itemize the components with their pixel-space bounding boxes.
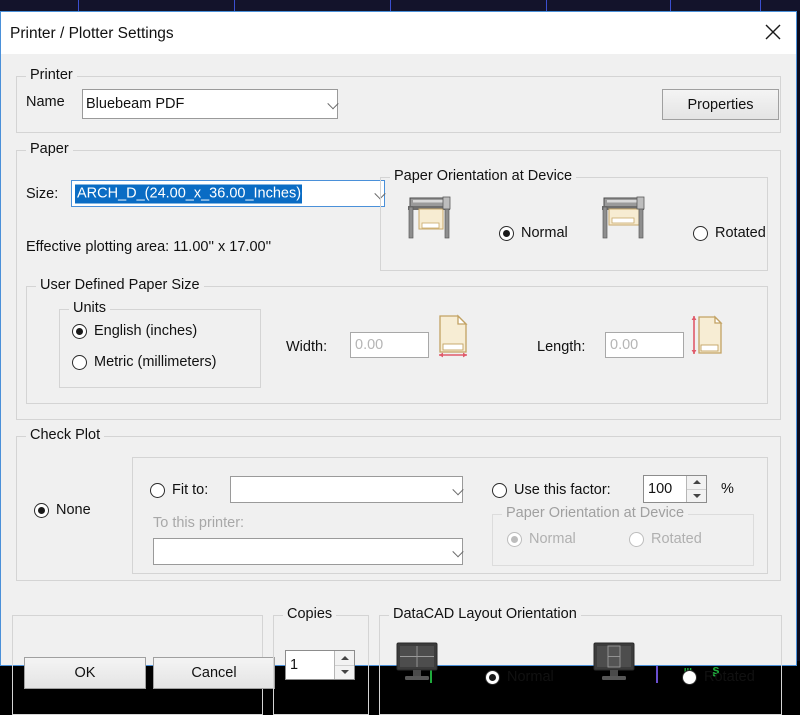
properties-button[interactable]: Properties — [662, 89, 779, 120]
check-plot-orientation-rotated-label: Rotated — [651, 531, 702, 547]
title-bar: Printer / Plotter Settings — [1, 12, 796, 54]
radio-dot-icon — [72, 323, 87, 339]
printer-name-label: Name — [26, 94, 65, 110]
radio-dot-icon — [693, 225, 708, 241]
radio-dot-icon — [150, 482, 165, 498]
printer-name-value: Bluebeam PDF — [86, 96, 185, 112]
page-title: Printer / Plotter Settings — [10, 25, 174, 42]
close-icon[interactable] — [750, 12, 796, 52]
page-length-icon — [689, 313, 723, 364]
printer-group-label: Printer — [26, 67, 77, 83]
radio-dot-icon — [72, 354, 87, 370]
printer-group: Printer Name Bluebeam PDF Properties — [16, 67, 781, 133]
printer-name-combobox[interactable]: Bluebeam PDF — [82, 89, 338, 119]
width-input[interactable]: 0.00 — [350, 332, 429, 358]
units-group: Units English (inches) Metric (millimete… — [59, 300, 261, 388]
check-plot-orientation-group-label: Paper Orientation at Device — [502, 505, 689, 521]
monitor-normal-icon — [394, 639, 440, 690]
check-plot-orientation-normal-label: Normal — [529, 531, 576, 547]
radio-dot-icon — [507, 531, 522, 547]
plotter-normal-icon — [403, 194, 455, 247]
cancel-button[interactable]: Cancel — [153, 657, 275, 689]
radio-dot-icon — [629, 531, 644, 547]
units-metric-label: Metric (millimeters) — [94, 354, 217, 370]
check-plot-fit-to-combobox[interactable] — [230, 476, 463, 503]
paper-orientation-normal-radio[interactable]: Normal — [499, 225, 568, 241]
length-input[interactable]: 0.00 — [605, 332, 684, 358]
printer-plotter-settings-dialog: Printer / Plotter Settings Printer Name … — [0, 11, 797, 715]
paper-orientation-rotated-label: Rotated — [715, 225, 766, 241]
check-plot-to-this-printer-combobox[interactable] — [153, 538, 463, 565]
check-plot-factor-value: 100 — [648, 481, 673, 497]
layout-orientation-group-label: DataCAD Layout Orientation — [389, 606, 581, 622]
backdrop-top-strip — [0, 0, 800, 11]
units-metric-radio[interactable]: Metric (millimeters) — [72, 354, 216, 370]
units-group-label: Units — [69, 300, 111, 316]
length-label: Length: — [537, 339, 586, 355]
radio-dot-icon — [492, 482, 507, 498]
monitor-rotated-icon — [591, 639, 637, 690]
check-plot-to-this-printer-label: To this printer: — [153, 515, 245, 531]
radio-dot-icon — [682, 669, 697, 685]
paper-orientation-group: Paper Orientation at Device Normal Rotat… — [380, 168, 768, 271]
paper-group-label: Paper — [26, 141, 73, 157]
radio-dot-icon — [499, 225, 514, 241]
check-plot-none-radio[interactable]: None — [34, 502, 91, 518]
check-plot-options-panel: Fit to: To this printer: Use this factor… — [132, 457, 768, 574]
paper-orientation-normal-label: Normal — [521, 225, 568, 241]
check-plot-none-label: None — [56, 502, 91, 518]
radio-dot-icon — [485, 669, 500, 685]
user-defined-group-label: User Defined Paper Size — [36, 277, 204, 293]
spinner-down-icon[interactable] — [335, 666, 354, 680]
spinner-buttons — [686, 476, 706, 502]
copies-spinner[interactable]: 1 — [285, 650, 355, 680]
check-plot-percent-label: % — [721, 481, 734, 497]
length-value: 0.00 — [610, 337, 639, 353]
check-plot-group-label: Check Plot — [26, 427, 105, 443]
units-english-radio[interactable]: English (inches) — [72, 323, 197, 339]
paper-orientation-rotated-radio[interactable]: Rotated — [693, 225, 766, 241]
check-plot-use-factor-label: Use this factor: — [514, 482, 611, 498]
layout-orientation-group: DataCAD Layout Orientation Normal Rotate… — [379, 606, 782, 715]
spinner-buttons — [334, 651, 354, 679]
spinner-up-icon[interactable] — [335, 651, 354, 666]
check-plot-factor-spinner[interactable]: 100 — [643, 475, 707, 503]
check-plot-fit-to-label: Fit to: — [172, 482, 209, 498]
radio-dot-icon — [34, 502, 49, 518]
paper-size-label: Size: — [26, 186, 59, 202]
check-plot-orientation-normal-radio[interactable]: Normal — [507, 531, 576, 547]
spinner-up-icon[interactable] — [687, 476, 706, 490]
effective-plotting-area-text: Effective plotting area: 11.00'' x 17.00… — [26, 239, 272, 255]
copies-group-label: Copies — [283, 606, 337, 622]
check-plot-orientation-group: Paper Orientation at Device Normal Rotat… — [492, 505, 754, 566]
dialog-body: Printer Name Bluebeam PDF Properties Pap… — [1, 54, 796, 715]
width-label: Width: — [286, 339, 328, 355]
paper-size-combobox[interactable]: ARCH_D_(24.00_x_36.00_Inches) — [71, 180, 385, 207]
ok-button[interactable]: OK — [24, 657, 146, 689]
units-english-label: English (inches) — [94, 323, 198, 339]
copies-group: Copies 1 — [273, 606, 369, 715]
plotter-rotated-icon — [597, 194, 649, 247]
paper-group: Paper Size: ARCH_D_(24.00_x_36.00_Inches… — [16, 141, 781, 420]
user-defined-paper-size-group: User Defined Paper Size Units English (i… — [26, 277, 768, 404]
check-plot-fit-to-radio[interactable]: Fit to: — [150, 482, 208, 498]
paper-size-value: ARCH_D_(24.00_x_36.00_Inches) — [75, 184, 303, 203]
spinner-down-icon[interactable] — [687, 490, 706, 503]
dialog-buttons-panel: OK Cancel — [12, 615, 275, 715]
width-value: 0.00 — [355, 337, 384, 353]
page-width-icon — [437, 313, 471, 364]
check-plot-orientation-rotated-radio[interactable]: Rotated — [629, 531, 702, 547]
check-plot-use-factor-radio[interactable]: Use this factor: — [492, 482, 611, 498]
paper-orientation-group-label: Paper Orientation at Device — [390, 168, 577, 184]
copies-value: 1 — [290, 657, 299, 673]
check-plot-group: Check Plot None Fit to: To this printer: — [16, 427, 781, 581]
